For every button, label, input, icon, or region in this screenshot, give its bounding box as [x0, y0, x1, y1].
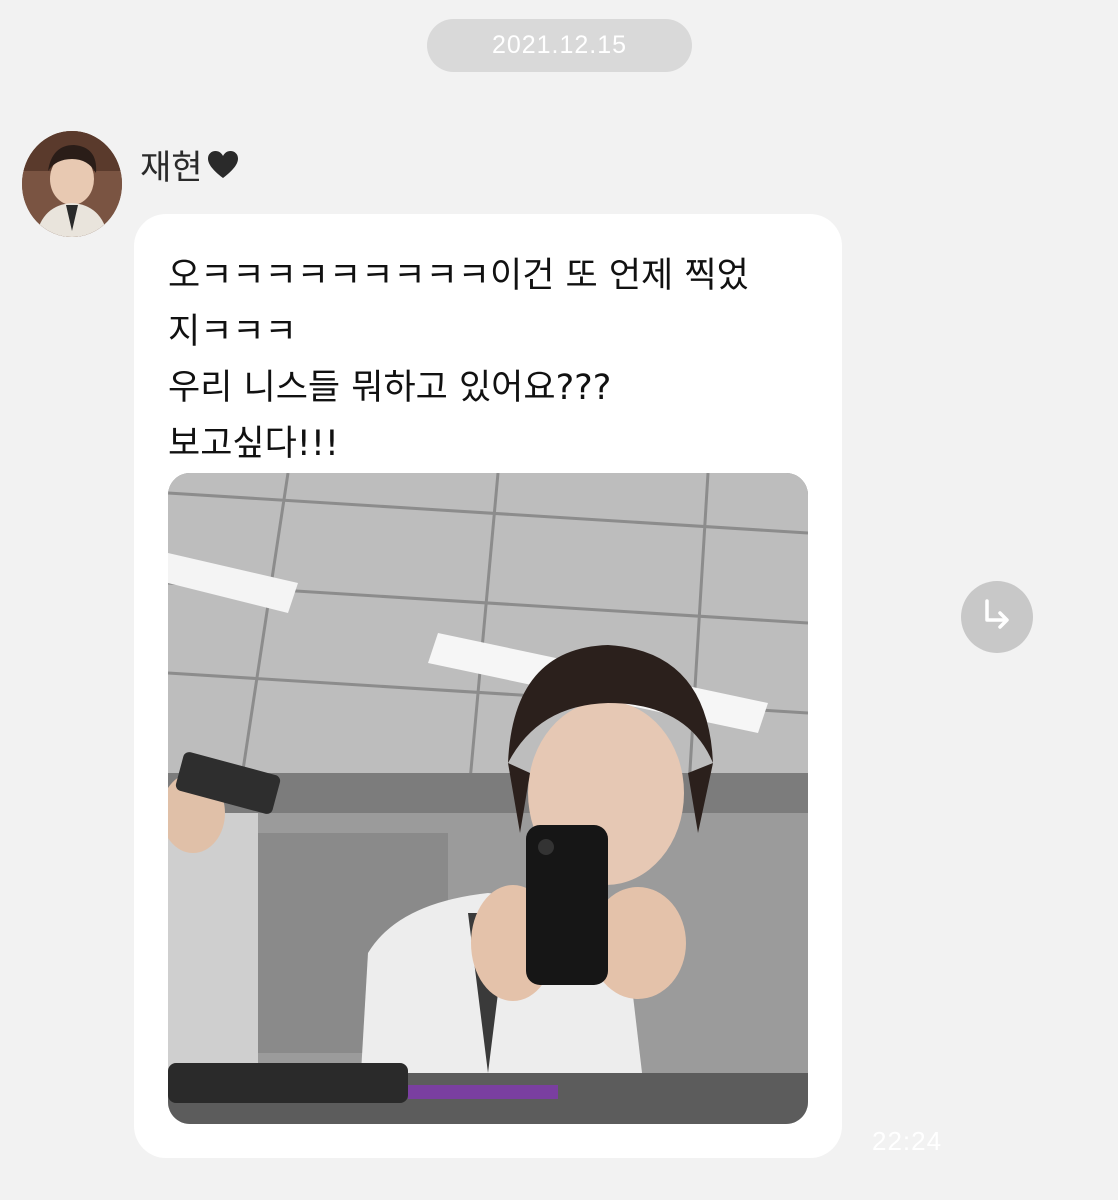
message-line: 우리 니스들 뭐하고 있어요???	[168, 368, 612, 408]
heart-icon	[207, 150, 239, 180]
message-line: 보고싶다!!!	[168, 424, 339, 464]
mirror-selfie-image	[168, 473, 808, 1124]
message-line: 지ㅋㅋㅋ	[168, 312, 297, 352]
message-line: 오ㅋㅋㅋㅋㅋㅋㅋㅋㅋ이건 또 언제 찍었	[168, 256, 749, 296]
attached-photo[interactable]	[168, 473, 808, 1124]
message-time: 22:24	[872, 1126, 943, 1156]
date-divider: 2021.12.15	[427, 19, 692, 72]
sender-name: 재현	[140, 148, 203, 188]
message-text: 오ㅋㅋㅋㅋㅋㅋㅋㅋㅋ이건 또 언제 찍었 지ㅋㅋㅋ 우리 니스들 뭐하고 있어요…	[168, 248, 808, 472]
date-label: 2021.12.15	[491, 31, 628, 59]
avatar-photo	[22, 131, 122, 237]
forward-arrow-icon	[978, 596, 1016, 638]
forward-button[interactable]	[961, 581, 1033, 653]
avatar[interactable]	[22, 131, 122, 237]
sender-header: 재현	[140, 140, 239, 189]
